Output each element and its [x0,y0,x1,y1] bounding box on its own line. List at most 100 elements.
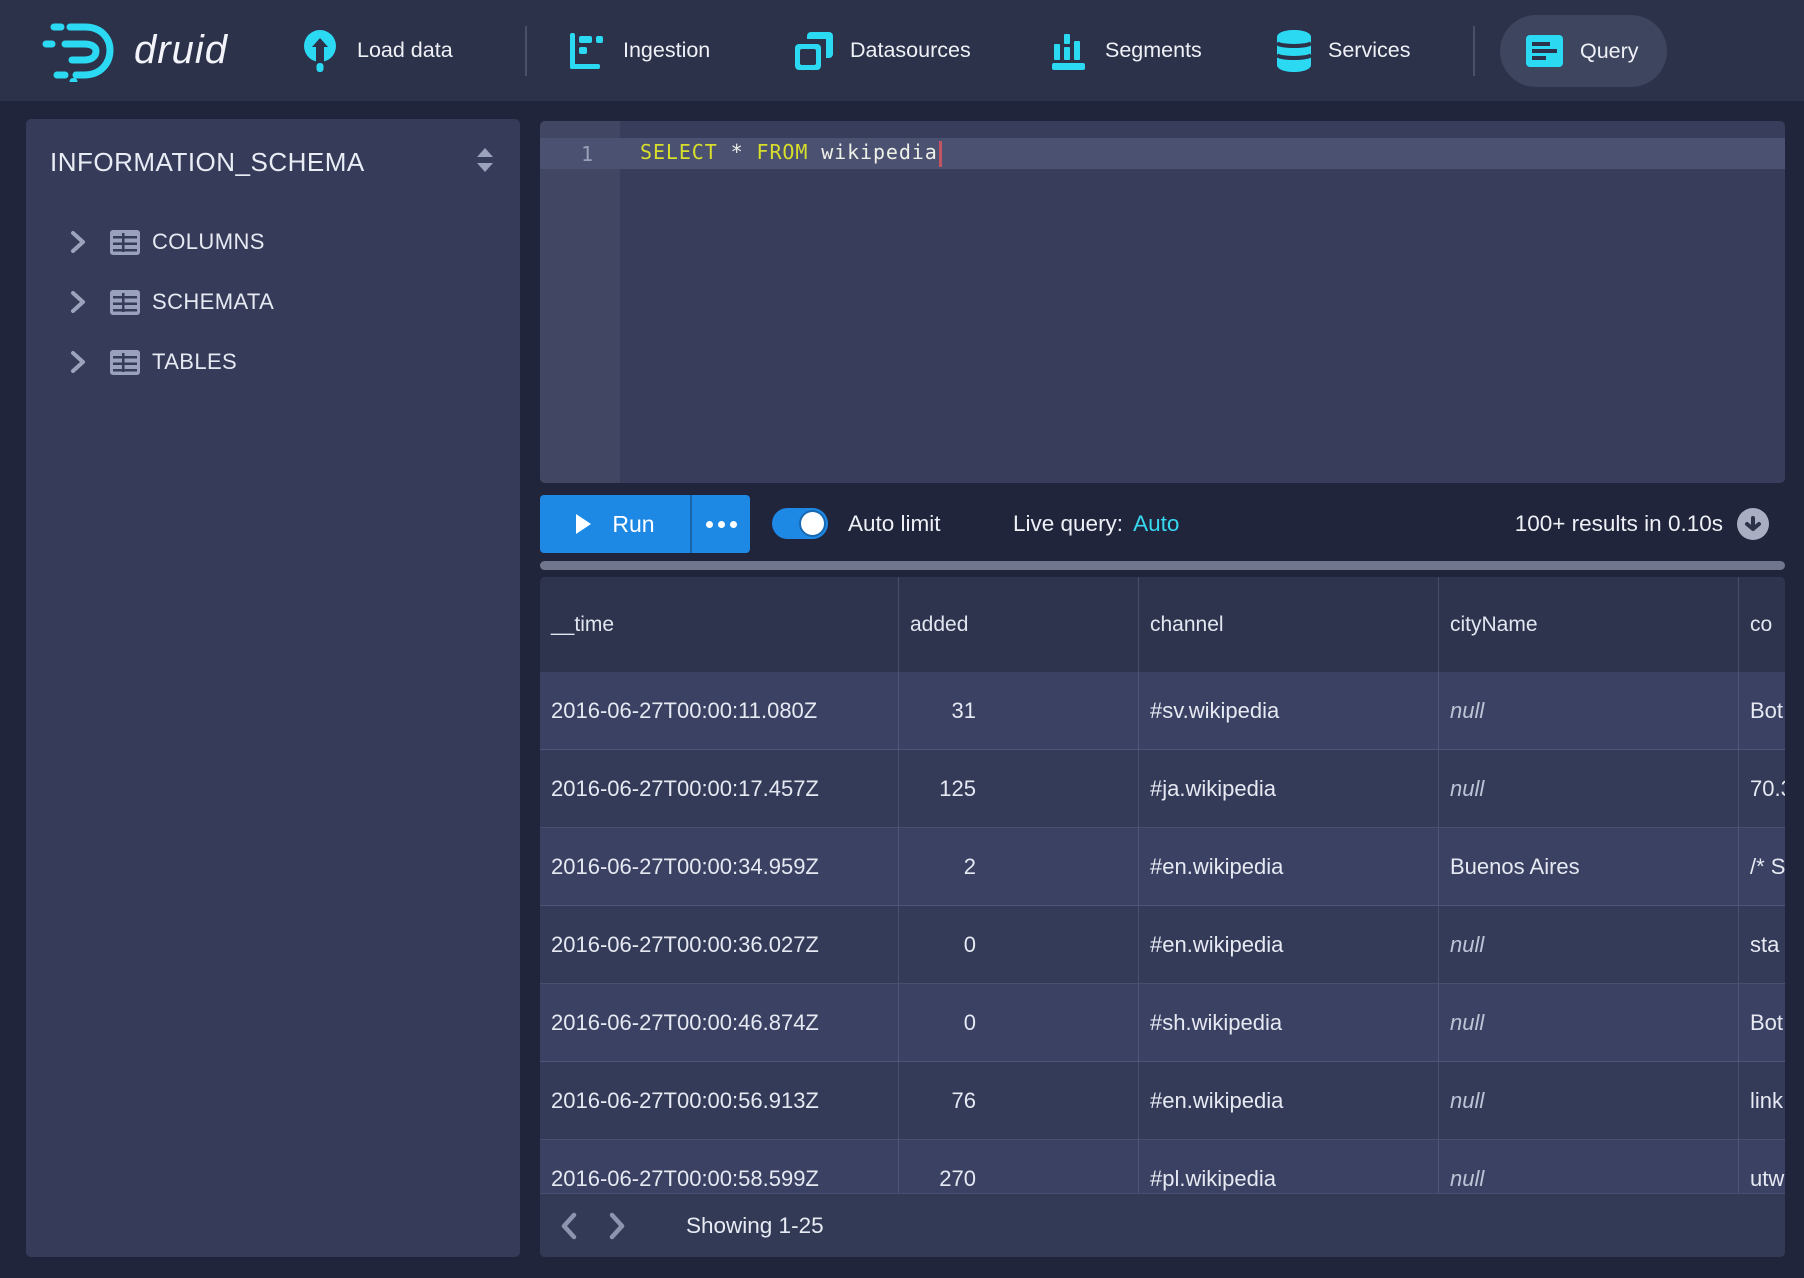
next-page-button[interactable] [600,1194,634,1257]
table-row: 2016-06-27T00:00:17.457Z125#ja.wikipedia… [540,750,1785,828]
cell-channel[interactable]: #en.wikipedia [1139,906,1439,984]
cell-cityName[interactable]: null [1439,750,1739,828]
live-query-value[interactable]: Auto [1133,511,1179,537]
column-header-cityName[interactable]: cityName [1439,577,1739,672]
nav-item-datasources[interactable]: Datasources [795,0,971,101]
druid-logo[interactable]: druid [40,0,228,101]
table-icon [110,230,152,255]
segments-icon [1052,32,1088,70]
table-icon [110,350,152,375]
prev-page-button[interactable] [552,1194,586,1257]
horizontal-scrollbar[interactable] [540,561,1785,570]
cell-added[interactable]: 31 [899,672,1139,750]
column-header-added[interactable]: added [899,577,1139,672]
nav-item-label: Services [1328,38,1410,63]
cell-channel[interactable]: #sv.wikipedia [1139,672,1439,750]
cell-co[interactable]: link [1739,1062,1785,1140]
cell-cityName[interactable]: null [1439,1062,1739,1140]
cell-channel[interactable]: #sh.wikipedia [1139,984,1439,1062]
sidebar-item-label: COLUMNS [152,229,265,255]
sidebar-item-columns[interactable]: COLUMNS [26,212,520,272]
cell-co[interactable]: sta [1739,906,1785,984]
cell-added[interactable]: 0 [899,984,1139,1062]
column-header-co[interactable]: co [1739,577,1785,672]
cell-time[interactable]: 2016-06-27T00:00:56.913Z [540,1062,899,1140]
nav-separator [1473,26,1475,76]
run-button[interactable]: Run [540,495,690,553]
sql-keyword: FROM [757,140,809,164]
download-results-button[interactable] [1737,508,1769,540]
cell-co[interactable]: 70.3 [1739,750,1785,828]
sidebar-item-tables[interactable]: TABLES [26,332,520,392]
table-row: 2016-06-27T00:00:11.080Z31#sv.wikipedian… [540,672,1785,750]
query-icon [1526,35,1563,67]
nav-item-load-data[interactable]: Load data [300,0,453,101]
sql-keyword: SELECT [640,140,718,164]
ingestion-icon [570,33,606,69]
column-header-time[interactable]: __time [540,577,899,672]
cell-cityName[interactable]: null [1439,906,1739,984]
schema-sidebar: INFORMATION_SCHEMA COLUMNS SCHEMATA TABL… [26,119,520,1257]
download-icon [1744,514,1762,534]
double-caret-vertical-icon[interactable] [474,147,496,178]
cell-cityName[interactable]: null [1439,984,1739,1062]
cell-co[interactable]: Bot [1739,984,1785,1062]
column-header-channel[interactable]: channel [1139,577,1439,672]
sidebar-item-label: TABLES [152,349,237,375]
cell-time[interactable]: 2016-06-27T00:00:17.457Z [540,750,899,828]
live-query-control[interactable]: Live query: Auto [1013,495,1179,553]
nav-item-label: Query [1580,39,1639,64]
toggle-knob [799,510,826,537]
showing-label: Showing 1-25 [686,1213,824,1239]
run-more-button[interactable] [690,495,750,553]
sql-text: wikipedia [808,140,937,164]
text-cursor [939,141,942,167]
cell-time[interactable]: 2016-06-27T00:00:11.080Z [540,672,899,750]
sql-code-line[interactable]: SELECT * FROM wikipedia [594,140,942,167]
cell-time[interactable]: 2016-06-27T00:00:36.027Z [540,906,899,984]
table-row: 2016-06-27T00:00:56.913Z76#en.wikipedian… [540,1062,1785,1140]
auto-limit-label[interactable]: Auto limit [848,495,941,553]
cell-added[interactable]: 125 [899,750,1139,828]
nav-item-label: Load data [357,38,453,63]
table-header-row: __timeaddedchannelcityNameco [540,577,1785,672]
cell-added[interactable]: 76 [899,1062,1139,1140]
sql-text [718,140,731,164]
load-data-icon [300,29,340,73]
cell-added[interactable]: 2 [899,828,1139,906]
cell-added[interactable]: 0 [899,906,1139,984]
cell-co[interactable]: Bot [1739,672,1785,750]
druid-logo-icon [40,20,118,82]
cell-channel[interactable]: #en.wikipedia [1139,828,1439,906]
cell-time[interactable]: 2016-06-27T00:00:46.874Z [540,984,899,1062]
cell-co[interactable]: /* S [1739,828,1785,906]
cell-time[interactable]: 2016-06-27T00:00:34.959Z [540,828,899,906]
table-row: 2016-06-27T00:00:36.027Z0#en.wikipedianu… [540,906,1785,984]
table-row: 2016-06-27T00:00:34.959Z2#en.wikipediaBu… [540,828,1785,906]
nav-item-segments[interactable]: Segments [1052,0,1202,101]
chevron-right-icon [607,1212,627,1240]
auto-limit-toggle[interactable] [772,508,828,539]
nav-item-ingestion[interactable]: Ingestion [570,0,710,101]
nav-item-query[interactable]: Query [1500,15,1667,87]
datasources-icon [795,32,833,70]
cell-channel[interactable]: #en.wikipedia [1139,1062,1439,1140]
logo-wordmark: druid [134,28,228,73]
nav-item-services[interactable]: Services [1277,0,1410,101]
cell-channel[interactable]: #ja.wikipedia [1139,750,1439,828]
query-editor[interactable]: 1 SELECT * FROM wikipedia [540,121,1785,483]
editor-gutter [540,121,620,483]
cell-cityName[interactable]: Buenos Aires [1439,828,1739,906]
chevron-right-icon[interactable] [70,350,110,374]
cell-cityName[interactable]: null [1439,672,1739,750]
sidebar-item-label: SCHEMATA [152,289,274,315]
schema-selector[interactable]: INFORMATION_SCHEMA [50,147,365,178]
live-query-label: Live query: [1013,511,1123,537]
play-icon [575,513,592,535]
chevron-right-icon[interactable] [70,230,110,254]
sidebar-item-schemata[interactable]: SCHEMATA [26,272,520,332]
table-icon [110,290,152,315]
chevron-right-icon[interactable] [70,290,110,314]
results-info: 100+ results in 0.10s [1515,495,1723,553]
table-row: 2016-06-27T00:00:46.874Z0#sh.wikipedianu… [540,984,1785,1062]
